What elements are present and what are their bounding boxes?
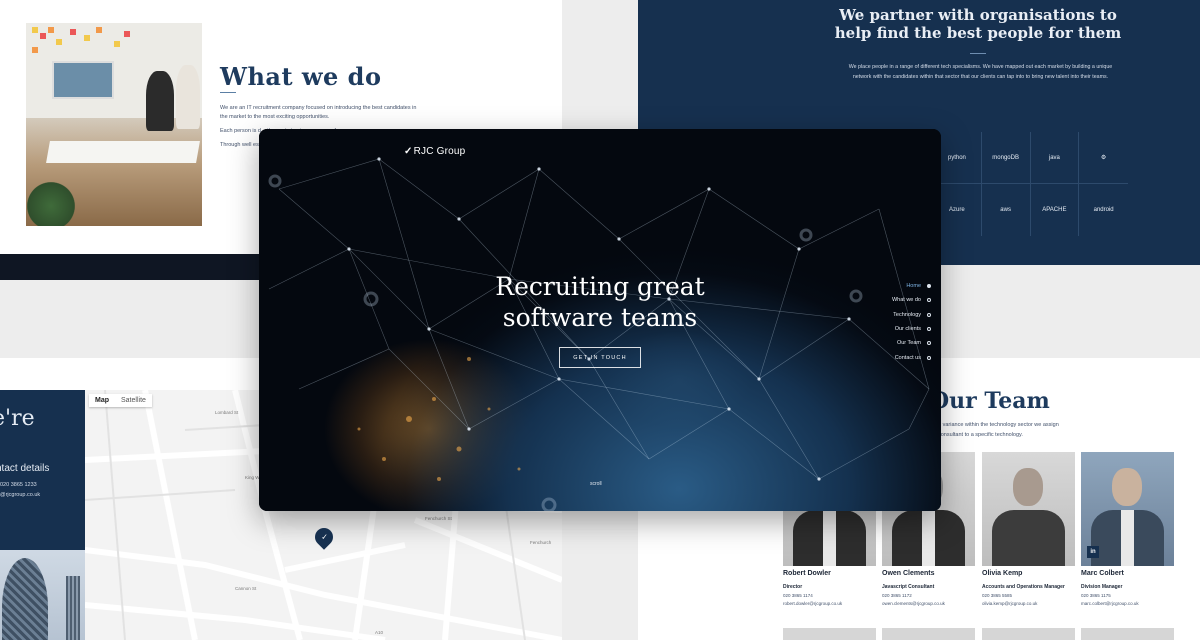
team-member-phone[interactable]: 020 3865 1172 [882, 593, 975, 598]
partner-title: We partner with organisations to help fi… [834, 6, 1122, 42]
nav-item-label: Our clients [894, 326, 921, 333]
nav-item-our-clients[interactable]: Our clients [892, 322, 931, 336]
java-logo: java [1030, 132, 1080, 184]
team-member-email[interactable]: olivia.kemp@rjcgroup.co.uk [982, 601, 1075, 606]
team-member-name: Owen Clements [882, 570, 935, 577]
map-tab-map[interactable]: Map [89, 394, 115, 407]
team-member-photo-placeholder [783, 628, 876, 640]
linkedin-icon[interactable]: in [1087, 546, 1099, 558]
contact-details-heading: ntact details [0, 463, 50, 474]
gear-logo-icon: ⚙ [1079, 132, 1128, 184]
partner-text: We place people in a range of different … [848, 64, 1113, 80]
nav-item-technology[interactable]: Technology [892, 308, 931, 322]
nav-dot-icon [927, 355, 931, 360]
team-member-role: Accounts and Operations Manager [982, 584, 1065, 590]
nav-item-home[interactable]: Home [892, 279, 931, 293]
map-street-label: Cannon St [235, 586, 257, 591]
map-street-label: Lombard St [215, 410, 239, 415]
nav-item-label: Contact us [894, 354, 921, 361]
team-member-photo-placeholder [1081, 628, 1174, 640]
nav-dot-icon [927, 298, 931, 303]
mongodb-logo: mongoDB [981, 132, 1031, 184]
nav-item-label: Technology [893, 311, 921, 318]
nav-item-label: What we do [891, 297, 921, 304]
map-street-label: Fenchurch St [425, 516, 452, 521]
team-member-email[interactable]: robert.dowler@rjcgroup.co.uk [783, 601, 876, 606]
nav-dot-icon [927, 341, 931, 346]
android-logo: android [1093, 207, 1114, 213]
title-divider [970, 53, 986, 54]
nav-dot-icon [927, 327, 931, 332]
team-member-photo-placeholder [882, 628, 975, 640]
team-intro-text: d variance within the technology sector … [938, 422, 1059, 438]
team-member-card[interactable]: in Marc Colbert Division Manager 020 386… [1081, 452, 1174, 606]
nav-item-our-team[interactable]: Our Team [892, 336, 931, 350]
map-type-tabs: Map Satellite [89, 394, 152, 407]
map-street-label: Fenchurch [530, 540, 552, 545]
team-member-photo [982, 452, 1075, 566]
team-member-name: Robert Dowler [783, 570, 831, 577]
nav-item-what-we-do[interactable]: What we do [892, 293, 931, 307]
nav-item-label: Home [906, 283, 921, 290]
nav-dot-icon [927, 284, 931, 289]
team-member-email[interactable]: owen.clements@rjcgroup.co.uk [882, 601, 975, 606]
what-we-do-title: What we do [220, 62, 382, 91]
nav-dot-icon [927, 312, 931, 317]
team-member-card[interactable]: Olivia Kemp Accounts and Operations Mana… [982, 452, 1075, 606]
rjc-group-logo[interactable]: ✓RJC Group [404, 146, 465, 157]
brand-name: RJC Group [413, 146, 466, 157]
team-member-phone[interactable]: 020 3865 5585 [982, 593, 1075, 598]
map-tab-satellite[interactable]: Satellite [115, 394, 152, 407]
office-photo [26, 23, 202, 226]
apache-logo: APACHE [1031, 184, 1080, 236]
technology-logo-grid: python mongoDB java ⚙ Azure aws APACHE a… [933, 132, 1128, 236]
checkmark-logo-icon: ✓ [404, 146, 413, 157]
title-divider [220, 92, 236, 93]
contact-phone[interactable]: 020 3865 1233 [0, 482, 37, 488]
team-member-photo-placeholder [982, 628, 1075, 640]
team-member-phone[interactable]: 020 3865 1175 [1081, 593, 1174, 598]
map-street-label: A10 [375, 630, 384, 635]
team-member-name: Olivia Kemp [982, 570, 1023, 577]
team-member-photo: in [1081, 452, 1174, 566]
section-nav: Home What we do Technology Our clients O… [892, 279, 931, 365]
team-member-role: Director [783, 584, 803, 590]
nav-item-label: Our Team [896, 340, 921, 347]
hero-panel: ✓RJC Group Recruiting great software tea… [259, 129, 941, 511]
team-member-name: Marc Colbert [1081, 570, 1124, 577]
team-member-role: Division Manager [1081, 584, 1123, 590]
nav-item-contact-us[interactable]: Contact us [892, 350, 931, 364]
hero-title: Recruiting great software teams [495, 272, 705, 332]
team-member-phone[interactable]: 020 3865 1174 [783, 593, 876, 598]
contact-email[interactable]: @rjcgroup.co.uk [0, 492, 40, 498]
paragraph: We are an IT recruitment company focused… [220, 105, 417, 120]
gherkin-building-photo [0, 550, 85, 640]
team-title: Our Team [930, 388, 1050, 414]
team-member-email[interactable]: marc.colbert@rjcgroup.co.uk [1081, 601, 1174, 606]
get-in-touch-button[interactable]: GET IN TOUCH [559, 347, 641, 368]
showcase-stage: What we do We are an IT recruitment comp… [0, 0, 1200, 640]
where-heading: e're [0, 406, 35, 431]
contact-details-box: e're ntact details 020 3865 1233 @rjcgro… [0, 390, 85, 550]
aws-logo: aws [982, 184, 1031, 236]
scroll-indicator[interactable]: scroll [590, 481, 602, 487]
team-member-role: Javascript Consultant [882, 584, 935, 590]
